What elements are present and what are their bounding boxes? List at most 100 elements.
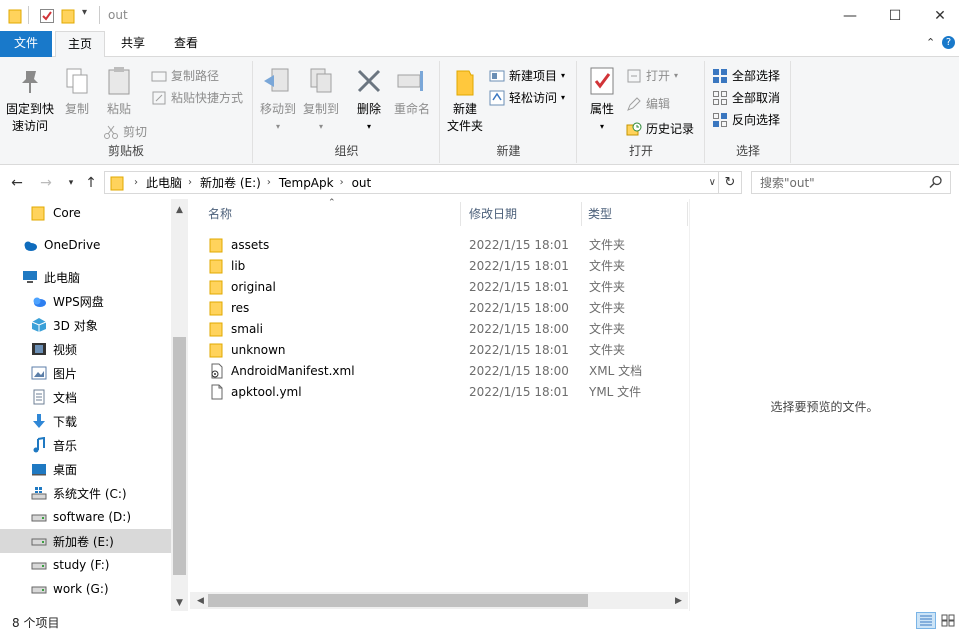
forward-arrow-icon[interactable]: → xyxy=(37,174,55,192)
cut-label: 剪切 xyxy=(123,125,148,139)
copy-button[interactable]: 复制 xyxy=(60,65,94,118)
large-icons-view-icon[interactable] xyxy=(938,612,958,629)
file-type: 文件夹 xyxy=(589,238,626,252)
edit-button[interactable]: 编辑 xyxy=(626,94,670,114)
breadcrumb-drive-e[interactable]: 新加卷 (E:) xyxy=(200,174,261,191)
folder-icon[interactable] xyxy=(8,8,22,27)
file-row[interactable]: assets 2022/1/15 18:01 文件夹 xyxy=(200,234,678,255)
invert-selection-button[interactable]: 反向选择 xyxy=(712,110,780,130)
breadcrumb-this-pc[interactable]: 此电脑 xyxy=(146,174,182,191)
delete-button[interactable]: 删除 ▾ xyxy=(352,65,386,135)
scrollbar-thumb[interactable] xyxy=(208,594,588,607)
file-row[interactable]: res 2022/1/15 18:00 文件夹 xyxy=(200,297,678,318)
column-divider[interactable] xyxy=(687,202,688,226)
nav-item-core[interactable]: Core xyxy=(0,201,171,225)
help-icon[interactable]: ? xyxy=(942,36,955,49)
scrollbar-thumb[interactable] xyxy=(173,337,186,575)
breadcrumb-chevron-icon[interactable]: › xyxy=(188,177,192,188)
select-none-button[interactable]: 全部取消 xyxy=(712,88,780,108)
maximize-button[interactable]: ☐ xyxy=(872,0,918,31)
nav-item-drive-f[interactable]: study (F:) xyxy=(0,553,171,577)
nav-item-music[interactable]: 音乐 xyxy=(0,433,171,457)
nav-item-downloads[interactable]: 下载 xyxy=(0,409,171,433)
details-view-icon[interactable] xyxy=(916,612,936,629)
scroll-up-arrow-icon[interactable]: ▲ xyxy=(171,201,188,218)
paste-shortcut-button[interactable]: 粘贴快捷方式 xyxy=(151,88,243,108)
nav-item-desktop[interactable]: 桌面 xyxy=(0,457,171,481)
back-arrow-icon[interactable]: ← xyxy=(8,174,26,192)
edit-label: 编辑 xyxy=(646,97,671,111)
nav-pane-scrollbar[interactable]: ▲ ▼ xyxy=(171,199,188,611)
nav-item-drive-e[interactable]: 新加卷 (E:) xyxy=(0,529,171,553)
nav-item-pictures[interactable]: 图片 xyxy=(0,361,171,385)
up-arrow-icon[interactable]: ↑ xyxy=(82,174,100,192)
tab-home[interactable]: 主页 xyxy=(55,31,105,58)
file-date: 2022/1/15 18:00 xyxy=(469,363,569,378)
nav-item-3d-objects[interactable]: 3D 对象 xyxy=(0,313,171,337)
cut-button[interactable]: 剪切 xyxy=(103,122,147,142)
minimize-button[interactable]: — xyxy=(827,0,873,31)
scroll-left-arrow-icon[interactable]: ◀ xyxy=(192,592,209,609)
column-header-name[interactable]: 名称 xyxy=(200,199,458,229)
select-none-icon xyxy=(712,90,728,106)
file-row[interactable]: apktool.yml 2022/1/15 18:01 YML 文件 xyxy=(200,381,678,402)
column-header-type[interactable]: 类型 xyxy=(580,199,680,229)
tab-view[interactable]: 查看 xyxy=(161,31,211,57)
breadcrumb-chevron-icon[interactable]: › xyxy=(267,177,271,188)
organize-group-label: 组织 xyxy=(334,144,359,158)
nav-item-videos[interactable]: 视频 xyxy=(0,337,171,361)
file-date: 2022/1/15 18:01 xyxy=(469,237,569,252)
close-button[interactable]: ✕ xyxy=(917,0,959,31)
new-item-button[interactable]: 新建项目 ▾ xyxy=(489,66,565,86)
nav-item-wps-cloud[interactable]: WPS网盘 xyxy=(0,289,171,313)
nav-item-drive-c[interactable]: 系统文件 (C:) xyxy=(0,481,171,505)
nav-item-drive-d[interactable]: software (D:) xyxy=(0,505,171,529)
collapse-ribbon-icon[interactable]: ⌃ xyxy=(926,36,935,49)
breadcrumb-out[interactable]: out xyxy=(352,176,372,190)
tab-share[interactable]: 共享 xyxy=(108,31,158,57)
picture-icon xyxy=(31,365,47,381)
tab-file[interactable]: 文件 xyxy=(0,31,52,57)
breadcrumb-chevron-icon[interactable]: › xyxy=(134,177,138,188)
pin-quick-access-button[interactable]: 固定到快 速访问 xyxy=(4,65,56,135)
new-folder-icon[interactable] xyxy=(61,8,75,27)
select-all-button[interactable]: 全部选择 xyxy=(712,66,780,86)
file-name: original xyxy=(231,279,276,294)
properties-button[interactable]: 属性 ▾ xyxy=(584,65,620,135)
qat-customize-button[interactable]: ▾ xyxy=(82,7,87,18)
breadcrumb-chevron-icon[interactable]: › xyxy=(340,177,344,188)
file-list-horizontal-scrollbar[interactable]: ◀ ▶ xyxy=(190,592,688,609)
properties-check-icon[interactable] xyxy=(39,8,55,27)
nav-item-drive-g[interactable]: work (G:) xyxy=(0,577,171,601)
open-button[interactable]: 打开 ▾ xyxy=(626,66,678,86)
refresh-icon[interactable]: ↻ xyxy=(719,171,742,194)
select-all-label: 全部选择 xyxy=(732,69,781,83)
rename-button[interactable]: 重命名 xyxy=(390,65,434,118)
search-input[interactable]: 搜索"out" xyxy=(760,174,815,191)
column-header-date[interactable]: 修改日期 xyxy=(461,199,579,229)
file-row[interactable]: unknown 2022/1/15 18:01 文件夹 xyxy=(200,339,678,360)
scroll-down-arrow-icon[interactable]: ▼ xyxy=(171,594,188,611)
recent-locations-chevron-icon[interactable]: ▾ xyxy=(62,174,80,192)
move-to-button[interactable]: 移动到 ▾ xyxy=(258,65,298,135)
file-row[interactable]: lib 2022/1/15 18:01 文件夹 xyxy=(200,255,678,276)
address-bar[interactable]: › 此电脑 › 新加卷 (E:) › TempApk › out ∨ xyxy=(104,171,719,194)
copy-path-button[interactable]: 复制路径 xyxy=(151,66,219,86)
nav-item-onedrive[interactable]: OneDrive xyxy=(0,233,171,257)
desktop-icon xyxy=(31,461,47,477)
breadcrumb-tempapk[interactable]: TempApk xyxy=(279,176,334,190)
file-row[interactable]: smali 2022/1/15 18:00 文件夹 xyxy=(200,318,678,339)
file-row[interactable]: AndroidManifest.xml 2022/1/15 18:00 XML … xyxy=(200,360,678,381)
copy-to-button[interactable]: 复制到 ▾ xyxy=(301,65,341,135)
nav-item-documents[interactable]: 文档 xyxy=(0,385,171,409)
history-button[interactable]: 历史记录 xyxy=(626,119,694,139)
scroll-right-arrow-icon[interactable]: ▶ xyxy=(670,592,687,609)
search-box[interactable]: 搜索"out" xyxy=(751,171,951,194)
address-dropdown-icon[interactable]: ∨ xyxy=(709,177,716,188)
new-folder-button[interactable]: 新建 文件夹 xyxy=(445,65,485,135)
easy-access-button[interactable]: 轻松访问 ▾ xyxy=(489,88,565,108)
file-row[interactable]: original 2022/1/15 18:01 文件夹 xyxy=(200,276,678,297)
nav-item-this-pc[interactable]: 此电脑 xyxy=(0,265,171,289)
paste-button[interactable]: 粘贴 xyxy=(100,65,138,118)
window-title: out xyxy=(108,8,128,22)
